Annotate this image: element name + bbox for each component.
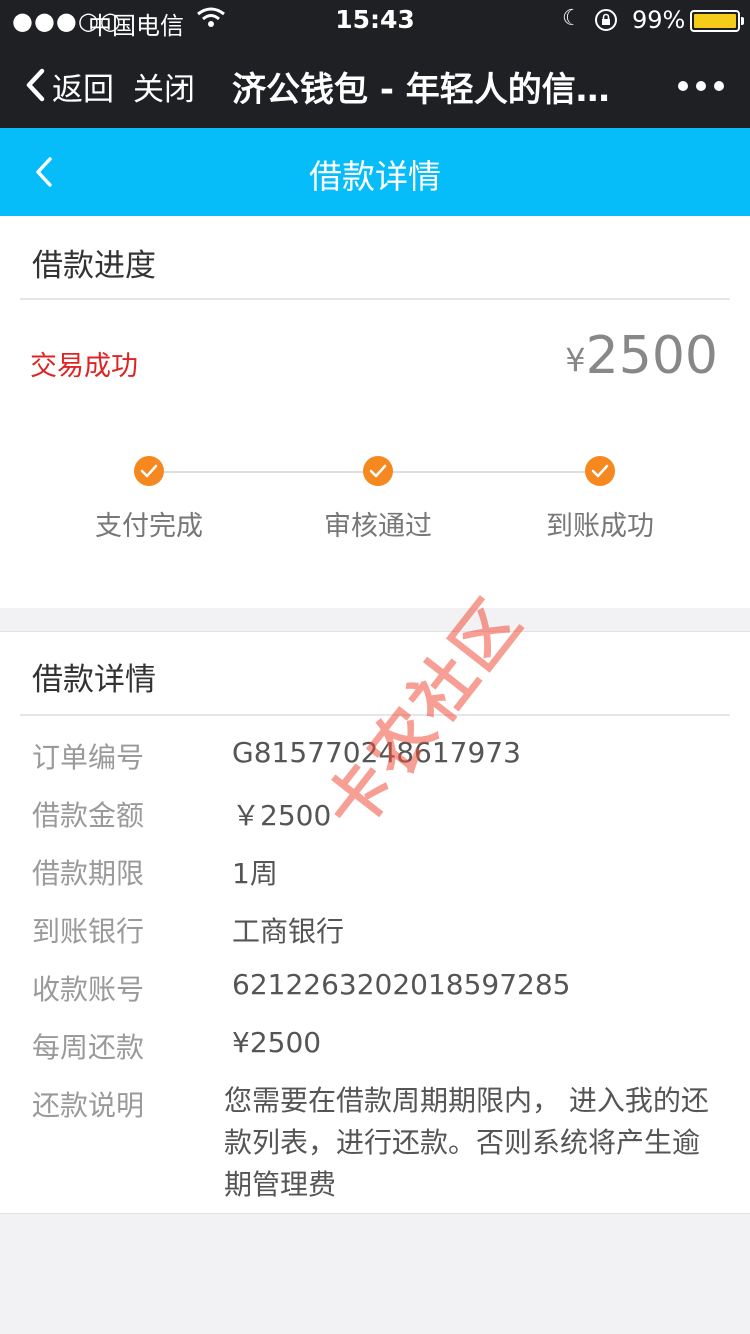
repayment-note: 您需要在借款周期期限内， 进入我的还款列表，进行还款。否则系统将产生逾期管理费 xyxy=(224,1084,709,1201)
check-icon xyxy=(134,456,164,486)
app-header: 借款详情 xyxy=(0,128,750,216)
weekly-repayment: ¥2500 xyxy=(232,1026,322,1059)
detail-label: 到账银行 xyxy=(32,915,145,948)
close-button[interactable]: 关闭 xyxy=(133,64,195,109)
status-bar: ●●●○○ 中国电信 15:43 ☾ 99% xyxy=(0,0,750,40)
do-not-disturb-moon-icon: ☾ xyxy=(562,6,582,31)
battery-percent: 99% xyxy=(632,6,686,34)
detail-label: 收款账号 xyxy=(32,973,145,1006)
check-icon xyxy=(363,456,393,486)
more-options-icon[interactable] xyxy=(678,81,724,91)
detail-label: 订单编号 xyxy=(32,741,145,774)
divider xyxy=(20,298,730,300)
details-section-title: 借款详情 xyxy=(32,662,156,698)
loan-amount: ¥2500 xyxy=(565,326,718,386)
detail-label: 还款说明 xyxy=(32,1089,145,1122)
back-chevron-icon[interactable] xyxy=(24,68,46,102)
detail-label: 借款金额 xyxy=(32,799,145,832)
divider xyxy=(20,714,730,716)
progress-section-title: 借款进度 xyxy=(32,248,156,284)
amount-value: 2500 xyxy=(585,326,718,386)
loan-details-card: 借款详情 订单编号 G815770248617973 借款金额 ￥2500 借款… xyxy=(0,631,750,1214)
currency-symbol: ¥ xyxy=(565,341,586,379)
receiving-bank: 工商银行 xyxy=(232,915,345,948)
header-title: 借款详情 xyxy=(309,157,441,196)
step-label: 支付完成 xyxy=(95,511,203,542)
browser-nav-bar: 返回 关闭 济公钱包 - 年轻人的信… xyxy=(0,40,750,128)
rotation-lock-icon xyxy=(595,9,617,31)
battery-icon xyxy=(690,10,744,32)
transaction-status: 交易成功 xyxy=(30,351,138,382)
loan-term: 1周 xyxy=(232,857,278,890)
detail-label: 每周还款 xyxy=(32,1031,145,1064)
step-label: 审核通过 xyxy=(324,511,432,542)
step-label: 到账成功 xyxy=(546,511,654,542)
check-icon xyxy=(585,456,615,486)
back-button[interactable]: 返回 xyxy=(52,64,114,109)
loan-amount-value: ￥2500 xyxy=(232,799,332,832)
page-title: 济公钱包 - 年轻人的信… xyxy=(232,70,610,110)
battery-fill xyxy=(694,14,736,28)
loan-progress-card: 借款进度 交易成功 ¥2500 支付完成 审核通过 到账成功 xyxy=(0,216,750,608)
detail-label: 借款期限 xyxy=(32,857,145,890)
order-number: G815770248617973 xyxy=(232,736,521,769)
account-number: 6212263202018597285 xyxy=(232,968,571,1001)
